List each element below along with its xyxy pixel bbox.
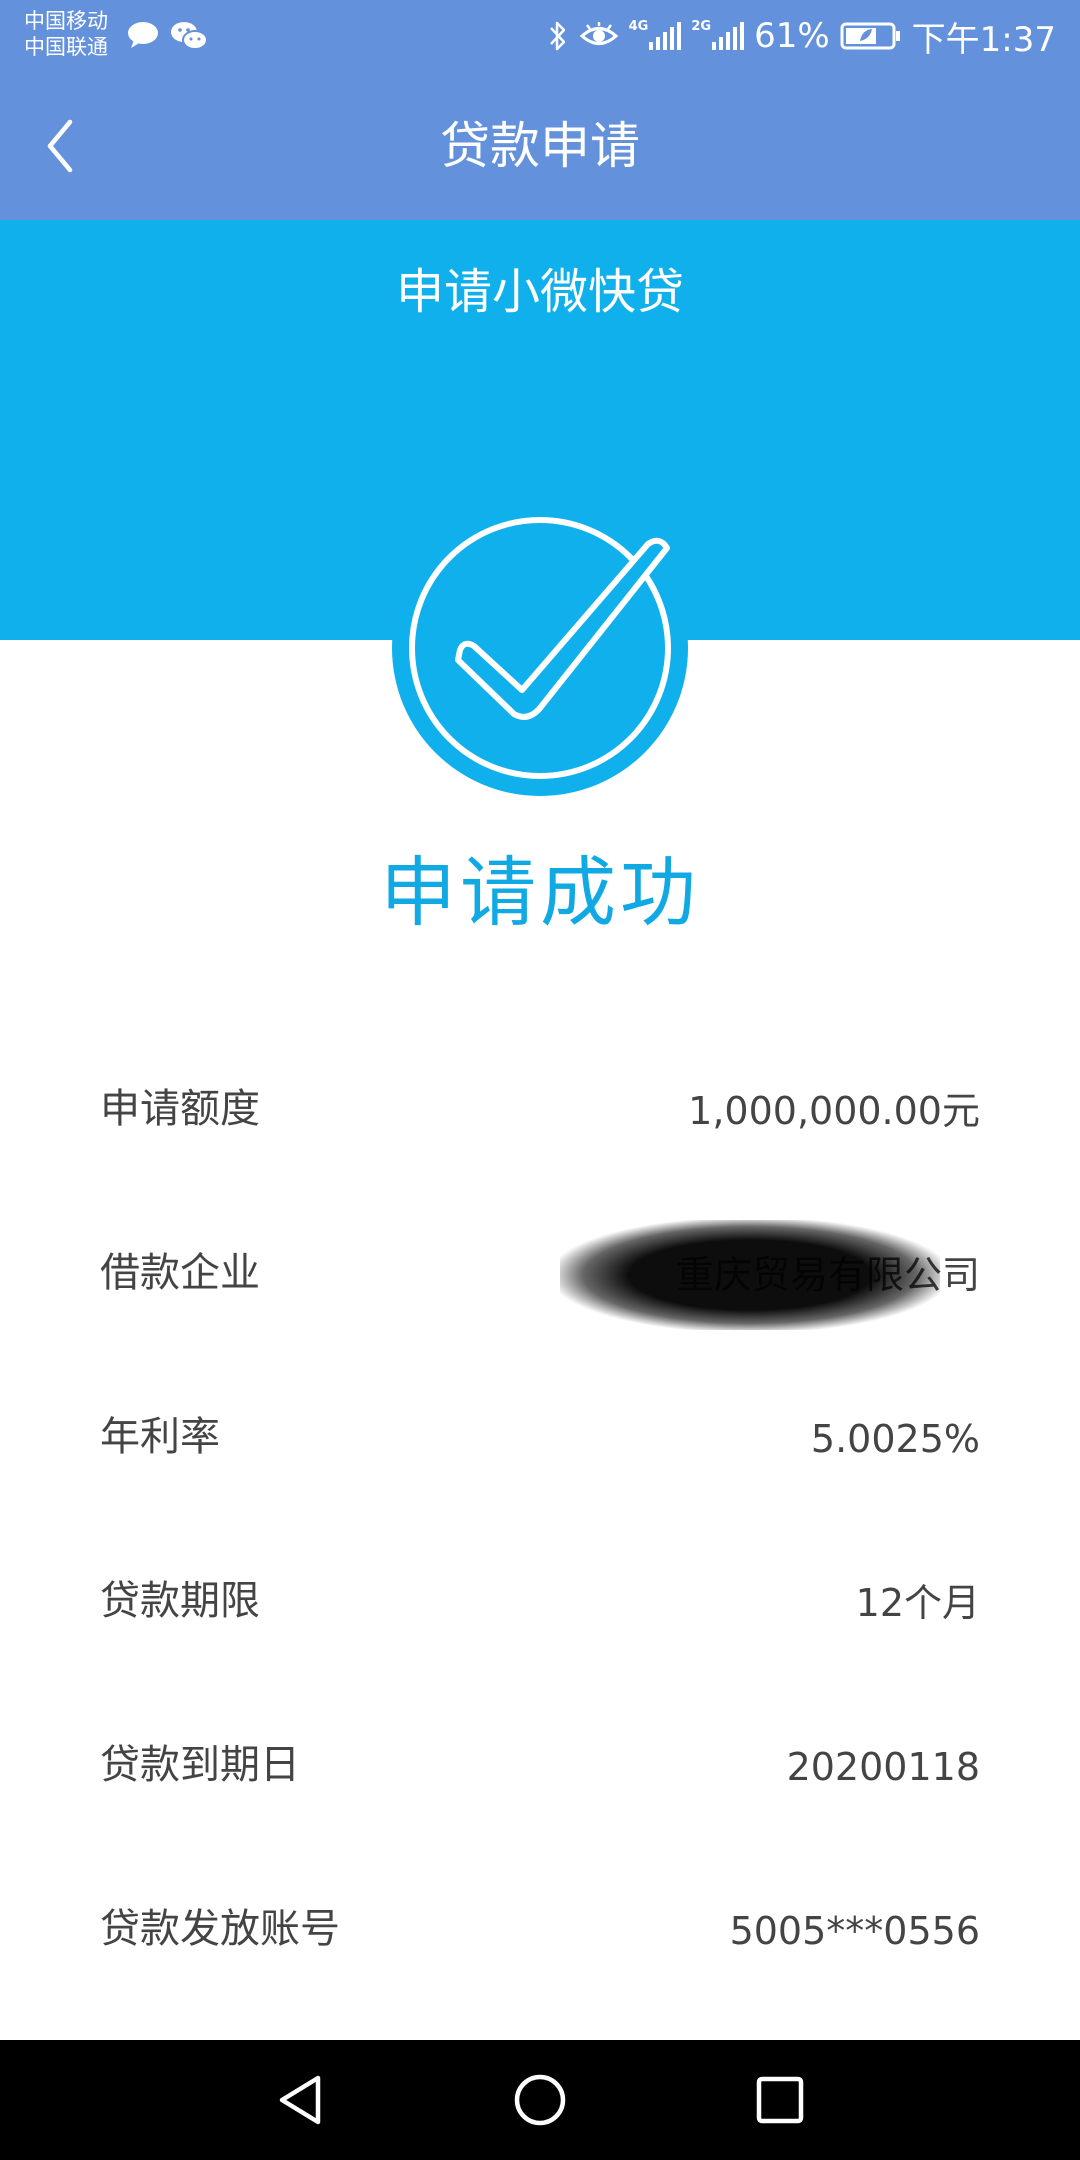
detail-value: 1,000,000.00元 xyxy=(688,1089,980,1133)
detail-row-rate: 年利率 5.0025% xyxy=(0,1356,1080,1520)
banner-title: 申请小微快贷 xyxy=(395,264,684,320)
detail-value: 重庆贸易有限公司 xyxy=(675,1253,980,1297)
battery-icon xyxy=(840,22,900,50)
detail-label: 借款企业 xyxy=(100,1250,260,1296)
status-icons: 4G 2G 61% 下午1:37 xyxy=(547,0,1056,72)
detail-value: 12个月 xyxy=(855,1581,980,1625)
detail-row-term: 贷款期限 12个月 xyxy=(0,1520,1080,1684)
detail-value: 5.0025% xyxy=(810,1417,980,1461)
bluetooth-icon xyxy=(549,21,565,51)
detail-row-due-date: 贷款到期日 20200118 xyxy=(0,1684,1080,1848)
wechat-icon xyxy=(171,22,208,50)
signal-icon xyxy=(712,22,745,50)
detail-label: 贷款发放账号 xyxy=(100,1906,340,1952)
message-icon xyxy=(128,22,158,48)
signal-icon xyxy=(649,22,682,50)
battery-percent: 61% xyxy=(754,16,830,56)
success-message: 申请成功 xyxy=(380,848,700,937)
detail-value: 20200118 xyxy=(786,1745,980,1789)
detail-row-company: 借款企业 重庆贸易有限公司 xyxy=(0,1192,1080,1356)
success-badge xyxy=(392,500,688,796)
recents-square-icon[interactable] xyxy=(750,2070,810,2130)
system-nav-bar xyxy=(0,2040,1080,2160)
carrier-1: 中国移动 xyxy=(24,9,108,33)
check-circle-icon xyxy=(409,517,671,779)
clock: 下午1:37 xyxy=(911,19,1056,60)
loan-details: 申请额度 1,000,000.00元 借款企业 重庆贸易有限公司 年利率 5.0… xyxy=(0,1028,1080,2012)
detail-value: 5005***0556 xyxy=(729,1909,980,1953)
title-bar: 贷款申请 xyxy=(0,72,1080,220)
status-bar: 中国移动 中国联通 4G 2G 61% 下午1:37 xyxy=(0,0,1080,72)
back-triangle-icon[interactable] xyxy=(270,2070,330,2130)
carrier-info: 中国移动 中国联通 xyxy=(24,8,134,60)
eye-icon xyxy=(579,22,618,45)
detail-row-amount: 申请额度 1,000,000.00元 xyxy=(0,1028,1080,1192)
carrier-2: 中国联通 xyxy=(24,35,108,59)
detail-label: 年利率 xyxy=(100,1414,220,1460)
network-type-1: 4G xyxy=(628,18,649,34)
detail-label: 申请额度 xyxy=(100,1086,260,1132)
detail-row-account: 贷款发放账号 5005***0556 xyxy=(0,1848,1080,2012)
signal-4g: 4G xyxy=(628,18,682,50)
detail-label: 贷款期限 xyxy=(100,1578,260,1624)
signal-2g: 2G xyxy=(691,18,745,50)
page-title: 贷款申请 xyxy=(440,117,640,175)
network-type-2: 2G xyxy=(691,18,712,34)
detail-label: 贷款到期日 xyxy=(100,1742,300,1788)
home-circle-icon[interactable] xyxy=(510,2070,570,2130)
